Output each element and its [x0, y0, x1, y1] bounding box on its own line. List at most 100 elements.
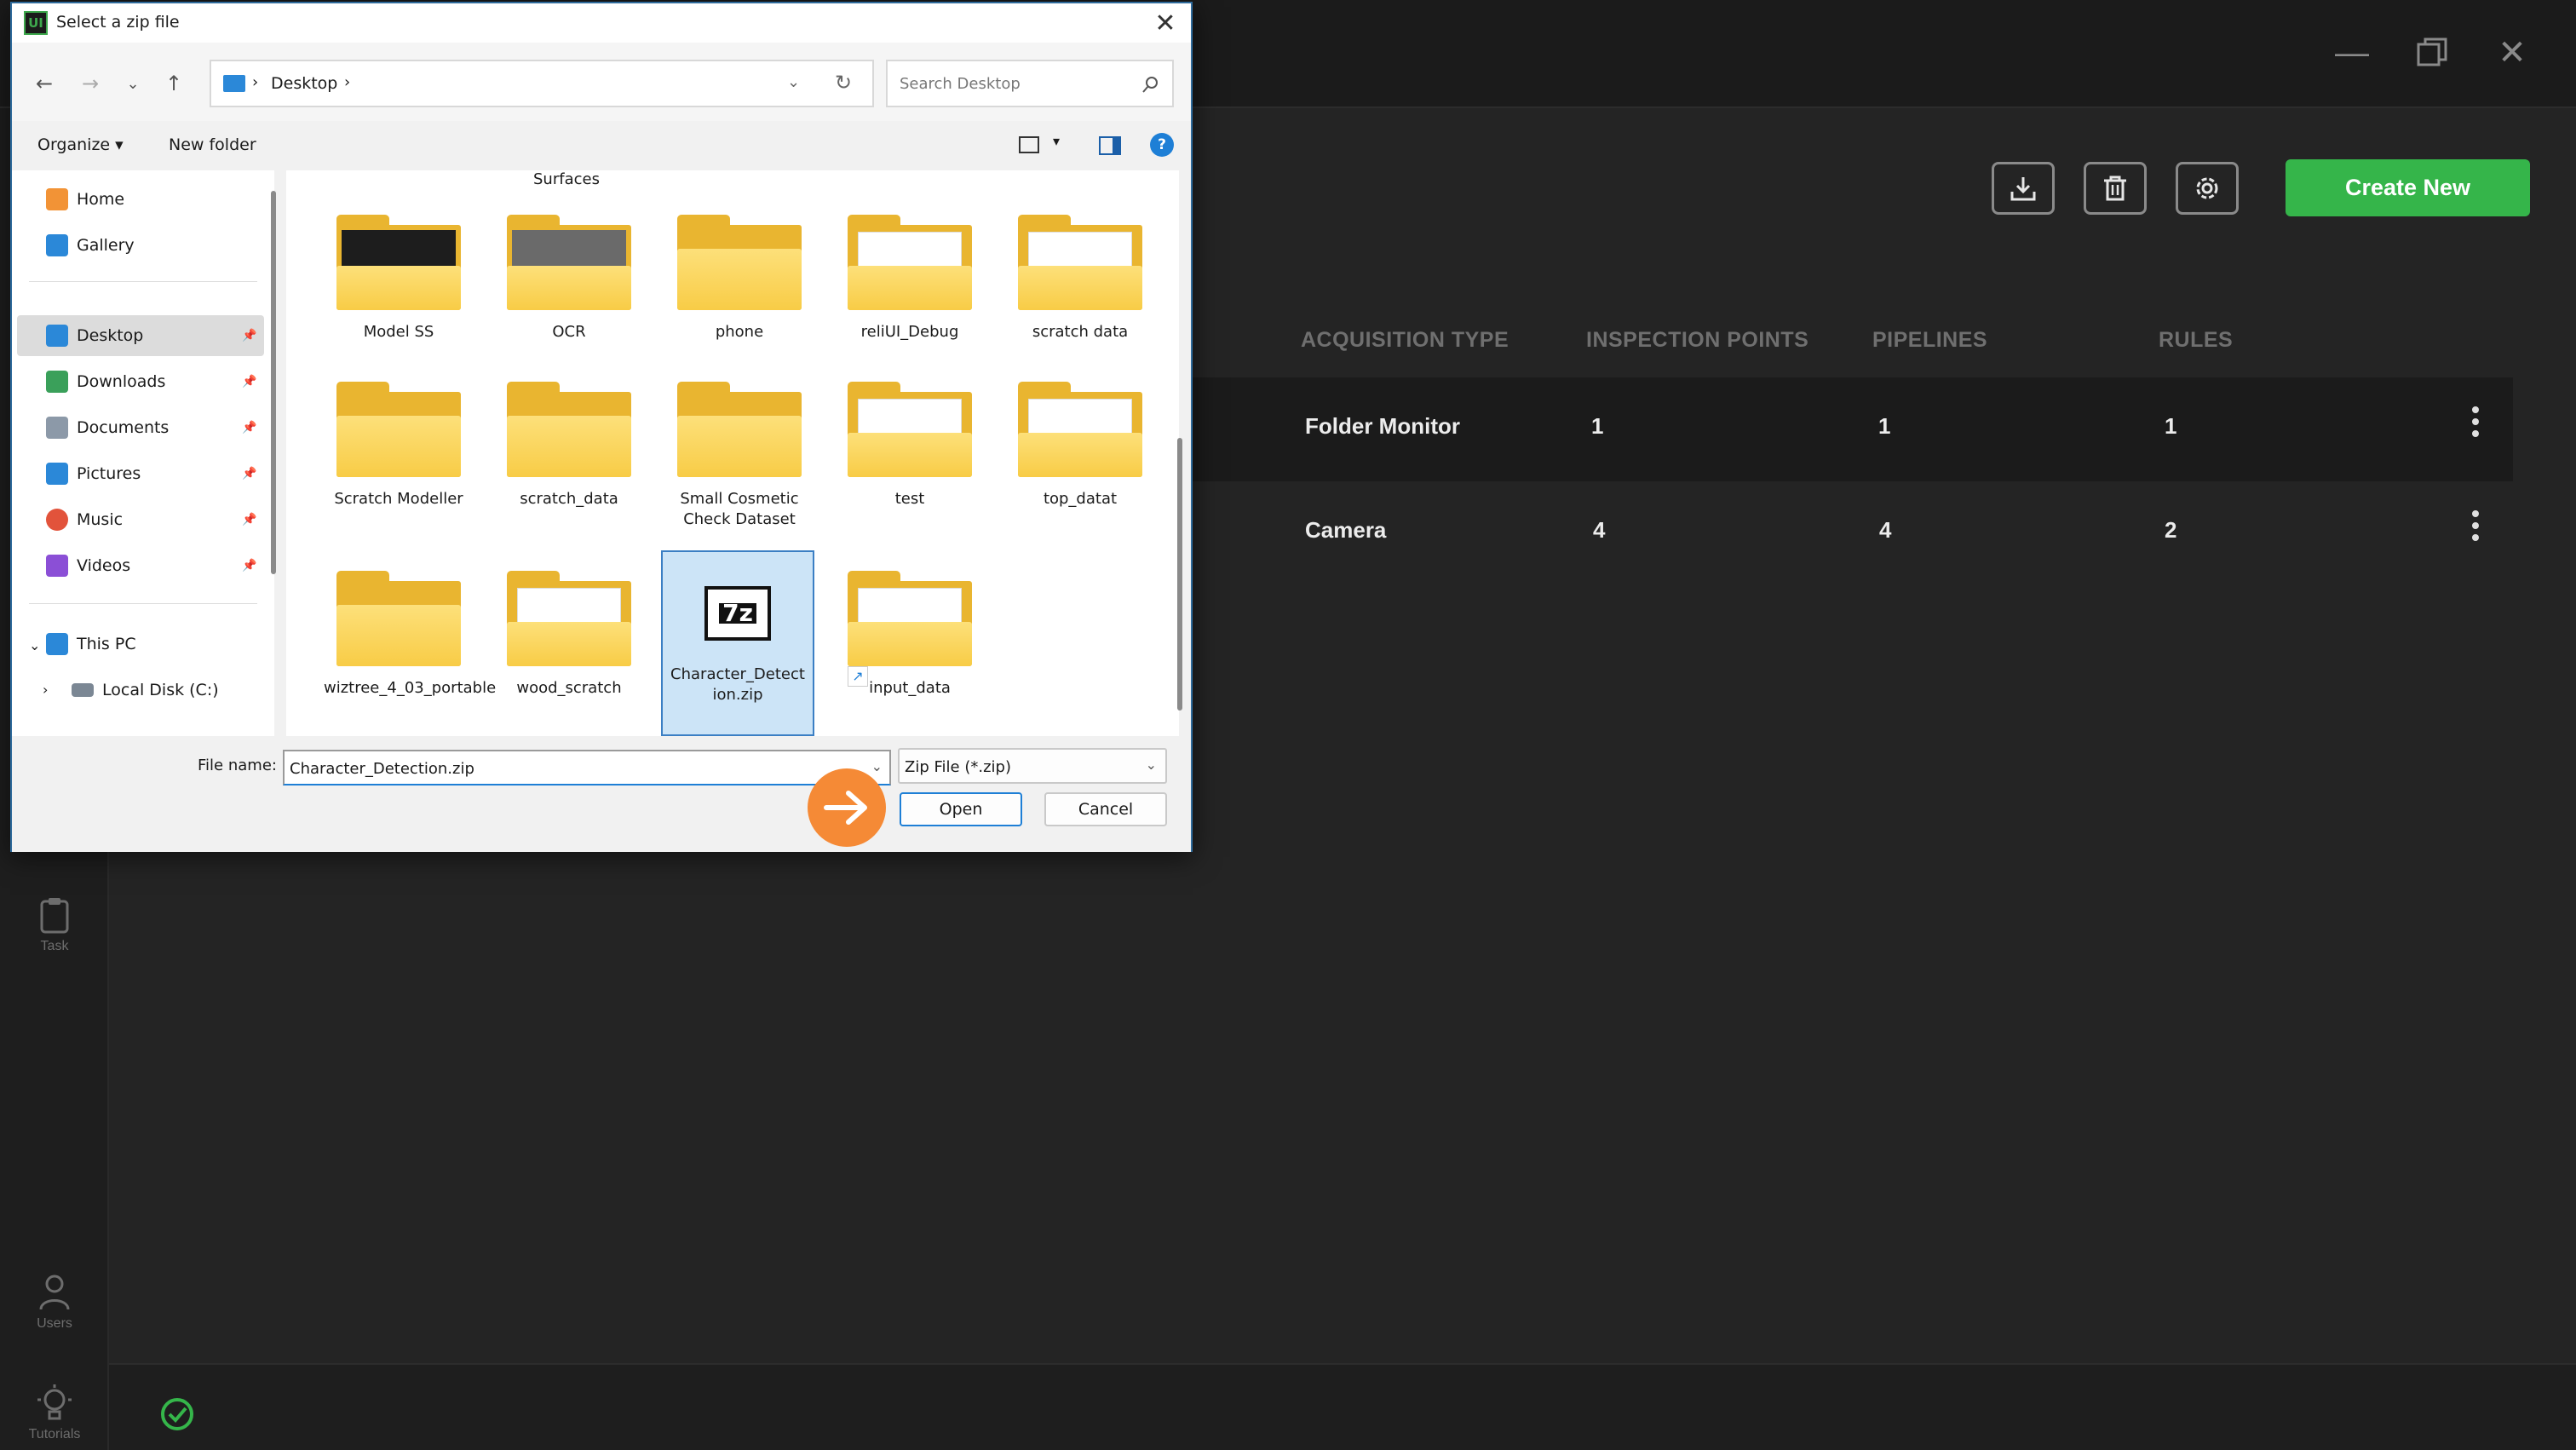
refresh-icon[interactable]: ↻ — [835, 71, 852, 95]
nav-item-videos[interactable]: Videos — [46, 549, 267, 583]
column-header-acquisition-type: ACQUISITION TYPE — [1301, 328, 1509, 352]
column-header-pipelines: PIPELINES — [1872, 328, 1988, 352]
back-arrow-icon[interactable]: ← — [29, 68, 60, 99]
folder-shortcut-item[interactable]: ↗ input_data — [835, 571, 985, 699]
file-list: Surfaces Model SS OCR phone reliUI_Debug… — [286, 170, 1179, 736]
folder-item[interactable]: test — [835, 382, 985, 509]
create-new-button[interactable]: Create New — [2286, 159, 2530, 216]
row-menu-icon[interactable] — [2467, 401, 2484, 452]
folder-item[interactable]: wiztree_4_03_portable — [324, 571, 496, 699]
pin-icon: 📌 — [242, 559, 257, 573]
inspection-points-cell: 4 — [1593, 517, 1606, 543]
open-button[interactable]: Open — [900, 792, 1022, 826]
file-type-select[interactable]: Zip File (*.zip) ⌄ — [898, 748, 1167, 784]
delete-button[interactable] — [2084, 162, 2147, 215]
settings-button[interactable] — [2176, 162, 2239, 215]
file-name: scratch_data — [520, 490, 618, 508]
help-icon[interactable]: ? — [1150, 133, 1174, 157]
arrow-right-icon — [824, 791, 867, 825]
view-options-icon[interactable] — [1019, 136, 1039, 153]
view-dropdown-icon[interactable]: ▾ — [1053, 133, 1060, 149]
table-row[interactable]: Folder Monitor 1 1 1 — [1193, 377, 2513, 481]
folder-item[interactable]: phone — [664, 215, 814, 342]
acquisition-type-cell: Camera — [1305, 517, 1387, 543]
breadcrumb-desktop[interactable]: Desktop — [271, 74, 337, 93]
new-folder-button[interactable]: New folder — [169, 135, 256, 154]
nav-item-music[interactable]: Music — [46, 503, 267, 537]
nav-item-documents[interactable]: Documents — [46, 411, 267, 445]
pin-icon: 📌 — [242, 467, 257, 480]
file-name: scratch data — [1032, 323, 1129, 341]
home-icon — [46, 188, 68, 210]
file-name-input[interactable]: Character_Detection.zip ⌄ — [283, 750, 891, 785]
file-name: Scratch Modeller — [334, 490, 463, 508]
pipelines-cell: 1 — [1878, 413, 1891, 439]
collapse-chevron-icon[interactable]: › — [43, 682, 48, 698]
search-placeholder: Search Desktop — [900, 75, 1021, 93]
dialog-footer: File name: Character_Detection.zip ⌄ Zip… — [12, 736, 1191, 852]
folder-item[interactable]: scratch_data — [494, 382, 644, 509]
pin-icon: 📌 — [242, 421, 257, 434]
sidebar-item-users[interactable]: Users — [0, 1274, 109, 1332]
close-icon[interactable]: ✕ — [1148, 7, 1182, 39]
sidebar-item-label: Tutorials — [28, 1427, 81, 1441]
nav-item-local-disk[interactable]: Local Disk (C:) — [72, 673, 293, 707]
breadcrumb-separator-icon: › — [252, 73, 259, 91]
minimize-icon[interactable]: — — [2322, 26, 2382, 80]
column-header-inspection-points: INSPECTION POINTS — [1586, 328, 1809, 352]
search-input[interactable]: Search Desktop — [886, 60, 1174, 107]
cancel-button[interactable]: Cancel — [1044, 792, 1167, 826]
file-open-dialog: UI Select a zip file ✕ ← → ⌄ ↑ › Desktop… — [10, 2, 1193, 852]
folder-item[interactable]: scratch data — [1005, 215, 1155, 342]
sidebar-item-tutorials[interactable]: Tutorials — [0, 1384, 109, 1442]
nav-item-home[interactable]: Home — [46, 182, 267, 216]
pictures-icon — [46, 463, 68, 485]
desktop-icon — [46, 325, 68, 347]
nav-item-this-pc[interactable]: This PC — [46, 627, 267, 661]
table-row[interactable]: Camera 4 4 2 — [1193, 481, 2513, 585]
folder-item[interactable]: top_datat — [1005, 382, 1155, 509]
file-name: Small Cosmetic Check Dataset — [680, 490, 799, 528]
folder-item[interactable]: reliUI_Debug — [835, 215, 985, 342]
music-icon — [46, 509, 68, 531]
sidebar-item-task[interactable]: Task — [0, 896, 109, 954]
nav-item-gallery[interactable]: Gallery — [46, 228, 267, 262]
zip-file-item-selected[interactable]: 7z Character_Detection.zip — [661, 550, 814, 736]
preview-pane-icon[interactable] — [1099, 136, 1121, 155]
nav-divider — [29, 281, 257, 282]
sidebar-item-label: Users — [37, 1316, 72, 1331]
forward-arrow-icon[interactable]: → — [75, 68, 106, 99]
gallery-icon — [46, 234, 68, 256]
downloads-icon — [46, 371, 68, 393]
rules-cell: 2 — [2165, 517, 2177, 543]
user-icon — [39, 1275, 70, 1310]
folder-item[interactable]: OCR — [494, 215, 644, 342]
organize-menu[interactable]: Organize ▾ — [37, 135, 124, 154]
restore-icon[interactable] — [2402, 26, 2462, 80]
address-dropdown-icon[interactable]: ⌄ — [787, 73, 800, 91]
pipelines-cell: 4 — [1879, 517, 1892, 543]
folder-item[interactable]: Scratch Modeller — [324, 382, 474, 509]
row-menu-icon[interactable] — [2467, 505, 2484, 556]
address-bar[interactable]: › Desktop › ⌄ ↻ — [210, 60, 874, 107]
file-name: wiztree_4_03_portable — [324, 679, 497, 697]
column-header-rules: RULES — [2159, 328, 2234, 352]
nav-item-pictures[interactable]: Pictures — [46, 457, 267, 491]
nav-item-downloads[interactable]: Downloads — [46, 365, 267, 399]
search-icon — [1142, 77, 1158, 93]
nav-item-desktop[interactable]: Desktop — [46, 319, 267, 353]
file-name-dropdown-icon[interactable]: ⌄ — [871, 758, 883, 774]
download-button[interactable] — [1992, 162, 2055, 215]
dialog-title: Select a zip file — [56, 13, 180, 32]
up-arrow-icon[interactable]: ↑ — [158, 68, 189, 99]
file-list-scrollbar[interactable] — [1177, 438, 1182, 711]
folder-item[interactable]: Small Cosmetic Check Dataset — [664, 382, 814, 530]
close-window-icon[interactable]: ✕ — [2482, 26, 2542, 80]
file-name: Character_Detection.zip — [670, 665, 805, 704]
folder-item[interactable]: Model SS — [324, 215, 474, 342]
expand-chevron-icon[interactable]: ⌄ — [29, 637, 40, 653]
recent-locations-chevron-icon[interactable]: ⌄ — [118, 68, 148, 99]
folder-item[interactable]: wood_scratch — [494, 571, 644, 699]
nav-scrollbar[interactable] — [271, 191, 276, 574]
trash-icon — [2104, 175, 2126, 201]
